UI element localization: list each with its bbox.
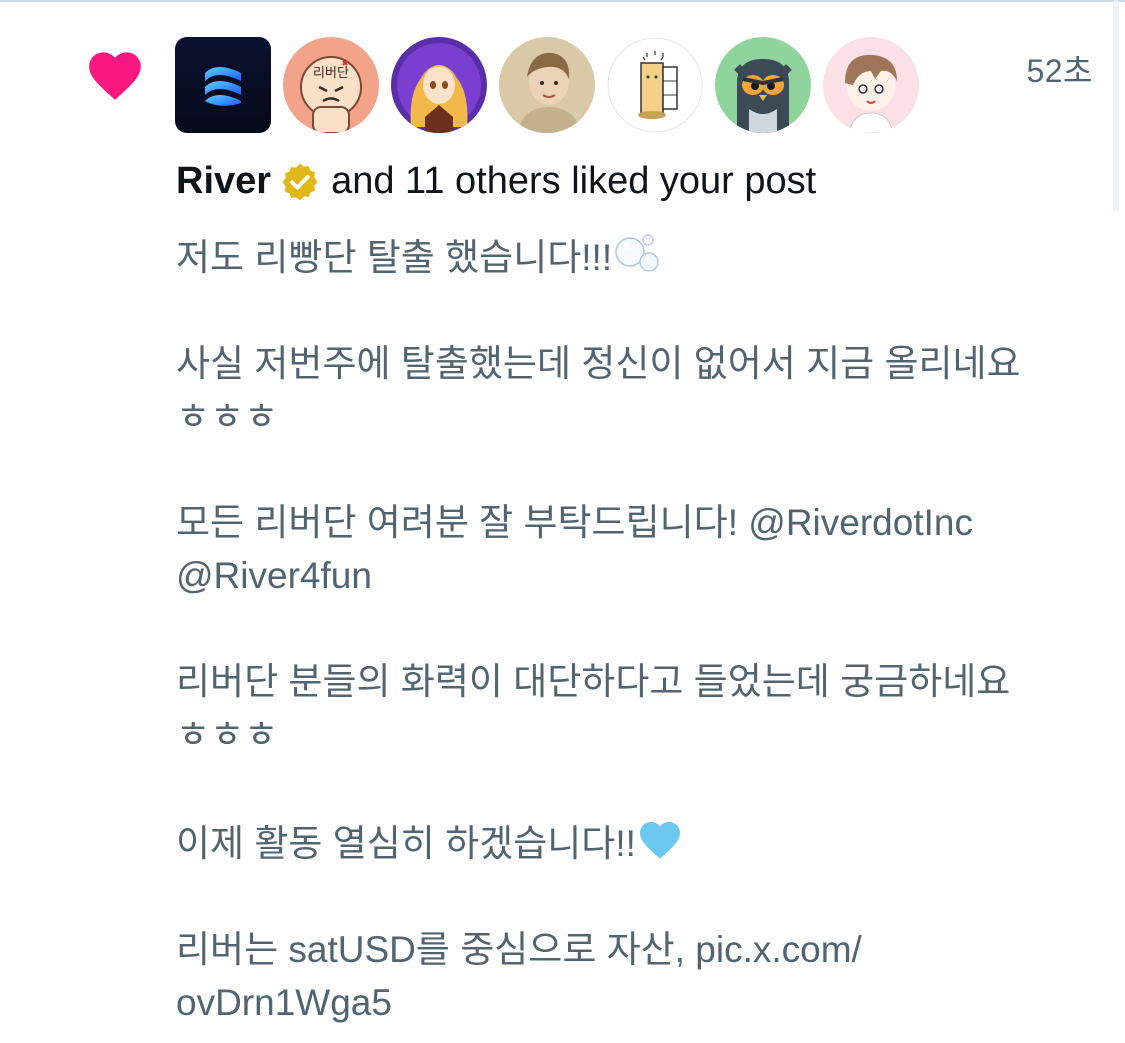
post-line: @River4fun [176, 555, 372, 596]
post-line: 리버는 satUSD를 중심으로 자산, pic.x.com/ [176, 929, 862, 970]
post-line: ㅎㅎㅎ [176, 714, 279, 755]
avatar-drawing-character[interactable] [607, 37, 703, 133]
avatar-owl-character[interactable] [715, 37, 811, 133]
avatar-angry-bread[interactable]: 리버단 [283, 37, 379, 133]
post-line: 모든 리버단 여려분 잘 부탁드립니다! @RiverdotInc [176, 502, 973, 543]
svg-text:리버단: 리버단 [313, 66, 349, 81]
post-line: 리버단 분들의 화력이 대단하다고 들었는데 궁금하네요 [176, 661, 1011, 702]
bubbles-icon [615, 234, 659, 272]
like-summary: River and 11 others liked your post [176, 160, 816, 203]
actor-name[interactable]: River [176, 160, 271, 203]
liked-text: and 11 others liked your post [331, 160, 817, 202]
post-line: 이제 활동 열심히 하겠습니다!! [176, 814, 1096, 870]
light-blue-heart-icon [639, 822, 680, 859]
timestamp: 52초 [1026, 53, 1093, 89]
heart-icon [89, 52, 141, 100]
post-line: 저도 리빵단 탈출 했습니다!!! [176, 228, 1096, 284]
scroll-track[interactable] [1113, 0, 1119, 212]
avatar-chibi-boy[interactable] [823, 37, 919, 133]
avatar-person-photo[interactable] [499, 37, 595, 133]
post-line: ㅎㅎㅎ [176, 396, 279, 437]
avatar-river-logo[interactable] [175, 37, 271, 133]
top-divider [0, 0, 1125, 2]
post-line: ovDrn1Wga5 [176, 982, 392, 1023]
post-line: 사실 저번주에 탈출했는데 정신이 없어서 지금 올리네요 [176, 343, 1021, 384]
avatar-anime-girl[interactable] [391, 37, 487, 133]
liker-avatars: 리버단 [175, 37, 919, 133]
verified-badge-icon [282, 163, 318, 200]
post-preview[interactable]: 저도 리빵단 탈출 했습니다!!! 사실 저번주에 탈출했는데 정신이 없어서 … [176, 228, 1096, 1029]
